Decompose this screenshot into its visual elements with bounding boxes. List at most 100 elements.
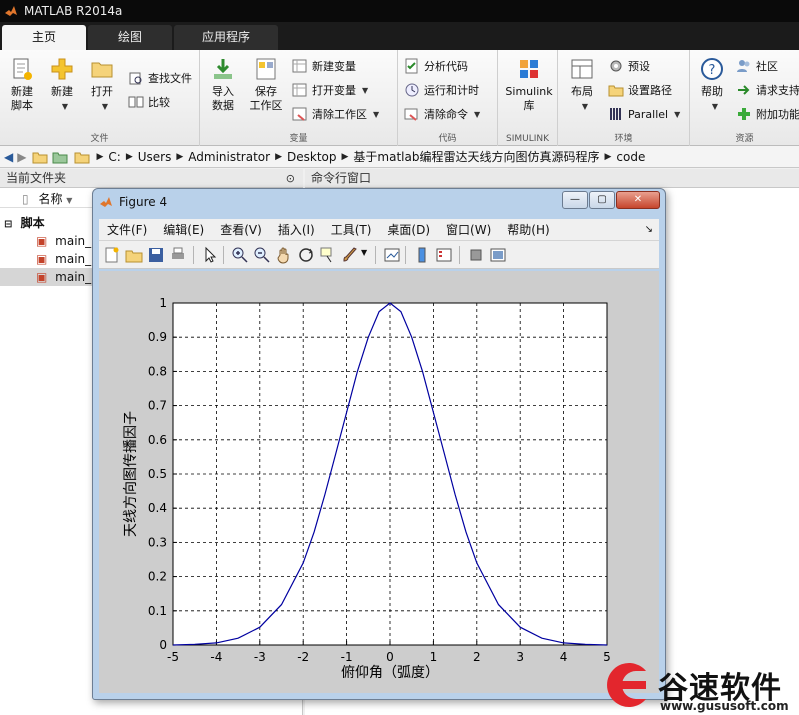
new-script-label-1: 新建	[11, 85, 33, 98]
group-label-simulink: SIMULINK	[505, 134, 550, 144]
forward-arrow-icon[interactable]: ▶	[17, 150, 26, 164]
addons-label: 附加功能	[756, 108, 799, 121]
compare-button[interactable]: 比较	[128, 92, 170, 112]
save-workspace-button[interactable]: 保存 工作区	[244, 56, 288, 113]
new-script-button[interactable]: 新建 脚本	[2, 56, 42, 113]
help-dropdown-icon[interactable]: ▼	[712, 102, 718, 111]
x-tick-label: 2	[473, 650, 481, 664]
tab-plots[interactable]: 绘图	[88, 25, 172, 50]
menu-file[interactable]: 文件(F)	[107, 221, 147, 238]
menu-insert[interactable]: 插入(I)	[278, 221, 315, 238]
new-label: 新建	[51, 85, 73, 98]
set-path-button[interactable]: 设置路径	[608, 80, 672, 100]
new-button[interactable]: 新建 ▼	[42, 56, 82, 114]
list-item[interactable]: ▣ main_	[36, 250, 92, 268]
file-icon: ▯	[22, 192, 29, 206]
clear-workspace-dropdown-icon[interactable]: ▼	[373, 110, 379, 119]
browse-folder-icon[interactable]	[52, 149, 68, 165]
menu-tools[interactable]: 工具(T)	[331, 221, 372, 238]
import-data-button[interactable]: 导入 数据	[203, 56, 243, 113]
crumb-administrator[interactable]: Administrator	[188, 150, 270, 164]
run-and-time-button[interactable]: 运行和计时	[404, 80, 479, 100]
set-path-label: 设置路径	[628, 84, 672, 97]
crumb-code[interactable]: code	[616, 150, 645, 164]
import-label-1: 导入	[212, 85, 234, 98]
pointer-icon[interactable]	[201, 246, 219, 264]
hide-plot-tools-icon[interactable]	[467, 246, 485, 264]
gear-icon	[610, 60, 622, 72]
community-button[interactable]: 社区	[736, 56, 778, 76]
preferences-button[interactable]: 预设	[608, 56, 650, 76]
menu-desktop[interactable]: 桌面(D)	[387, 221, 430, 238]
parallel-label: Parallel	[628, 107, 669, 121]
find-files-button[interactable]: 查找文件	[128, 68, 192, 88]
close-button[interactable]: ✕	[616, 191, 660, 209]
root-folder-icon[interactable]	[74, 149, 90, 165]
layout-dropdown-icon[interactable]: ▼	[582, 102, 588, 111]
x-tick-label: 0	[386, 650, 394, 664]
save-label-2: 工作区	[249, 99, 283, 112]
menu-help[interactable]: 帮助(H)	[507, 221, 549, 238]
menu-edit[interactable]: 编辑(E)	[163, 221, 204, 238]
menu-window[interactable]: 窗口(W)	[446, 221, 491, 238]
new-dropdown-icon[interactable]: ▼	[62, 102, 68, 111]
pan-hand-icon[interactable]	[275, 246, 293, 264]
sort-dropdown-icon[interactable]: ▼	[66, 196, 72, 205]
crumb-drive[interactable]: C:	[108, 150, 120, 164]
current-folder-header: 当前文件夹 ⊙	[0, 169, 303, 188]
maximize-button[interactable]: ▢	[589, 191, 615, 209]
back-arrow-icon[interactable]: ◀	[4, 150, 13, 164]
svg-text:?: ?	[709, 63, 716, 78]
data-cursor-icon[interactable]	[319, 246, 337, 264]
brush-dropdown-icon[interactable]: ▼	[361, 248, 367, 257]
parallel-button[interactable]: Parallel ▼	[608, 104, 680, 124]
collapse-icon[interactable]: ⊟	[4, 219, 12, 230]
open-variable-button[interactable]: 打开变量 ▼	[292, 80, 368, 100]
open-dropdown-icon[interactable]: ▼	[102, 102, 108, 111]
parallel-dropdown-icon[interactable]: ▼	[674, 110, 680, 119]
figure-toolbar: ▼	[99, 241, 659, 269]
minimize-button[interactable]: —	[562, 191, 588, 209]
clear-commands-button[interactable]: 清除命令 ▼	[404, 104, 480, 124]
group-label-code: 代码	[438, 134, 457, 144]
open-button[interactable]: 打开 ▼	[82, 56, 122, 114]
crumb-separator: ▶	[96, 151, 104, 162]
crumb-desktop[interactable]: Desktop	[287, 150, 337, 164]
crumb-project-folder[interactable]: 基于matlab编程雷达天线方向图仿真源码程序	[353, 148, 599, 165]
list-item[interactable]: ▣ main_	[0, 268, 92, 286]
up-folder-icon[interactable]	[32, 149, 48, 165]
brush-icon[interactable]	[341, 246, 359, 264]
open-file-icon[interactable]	[125, 246, 143, 264]
zoom-in-icon[interactable]	[231, 246, 249, 264]
zoom-out-icon[interactable]	[253, 246, 271, 264]
clear-workspace-button[interactable]: 清除工作区 ▼	[292, 104, 379, 124]
panel-menu-icon[interactable]: ⊙	[286, 169, 295, 188]
help-button[interactable]: ? 帮助 ▼	[692, 56, 732, 114]
open-variable-dropdown-icon[interactable]: ▼	[362, 86, 368, 95]
save-icon[interactable]	[147, 246, 165, 264]
link-plot-icon[interactable]	[383, 246, 401, 264]
rotate-3d-icon[interactable]	[297, 246, 315, 264]
addons-button[interactable]: 附加功能	[736, 104, 799, 124]
print-icon[interactable]	[169, 246, 187, 264]
tab-home[interactable]: 主页	[2, 25, 86, 50]
menu-dock-icon[interactable]: ↘	[645, 224, 653, 235]
menu-view[interactable]: 查看(V)	[220, 221, 262, 238]
legend-icon[interactable]	[435, 246, 453, 264]
colorbar-icon[interactable]	[413, 246, 431, 264]
tree-group-scripts[interactable]: ⊟ 脚本	[0, 214, 92, 232]
clear-commands-dropdown-icon[interactable]: ▼	[474, 110, 480, 119]
list-item[interactable]: ▣ main_	[36, 232, 92, 250]
x-tick-label: -1	[341, 650, 353, 664]
name-column-header[interactable]: ▯ 名称 ▼	[0, 190, 92, 208]
new-figure-icon[interactable]	[103, 246, 121, 264]
request-support-button[interactable]: 请求支持	[736, 80, 799, 100]
analyze-code-button[interactable]: 分析代码	[404, 56, 468, 76]
tab-apps[interactable]: 应用程序	[174, 25, 278, 50]
show-plot-tools-icon[interactable]	[489, 246, 507, 264]
crumb-users[interactable]: Users	[138, 150, 172, 164]
new-variable-button[interactable]: 新建变量	[292, 56, 356, 76]
y-tick-label: 0.1	[148, 604, 167, 618]
simulink-library-button[interactable]: Simulink 库	[502, 56, 556, 113]
layout-button[interactable]: 布局 ▼	[562, 56, 602, 114]
